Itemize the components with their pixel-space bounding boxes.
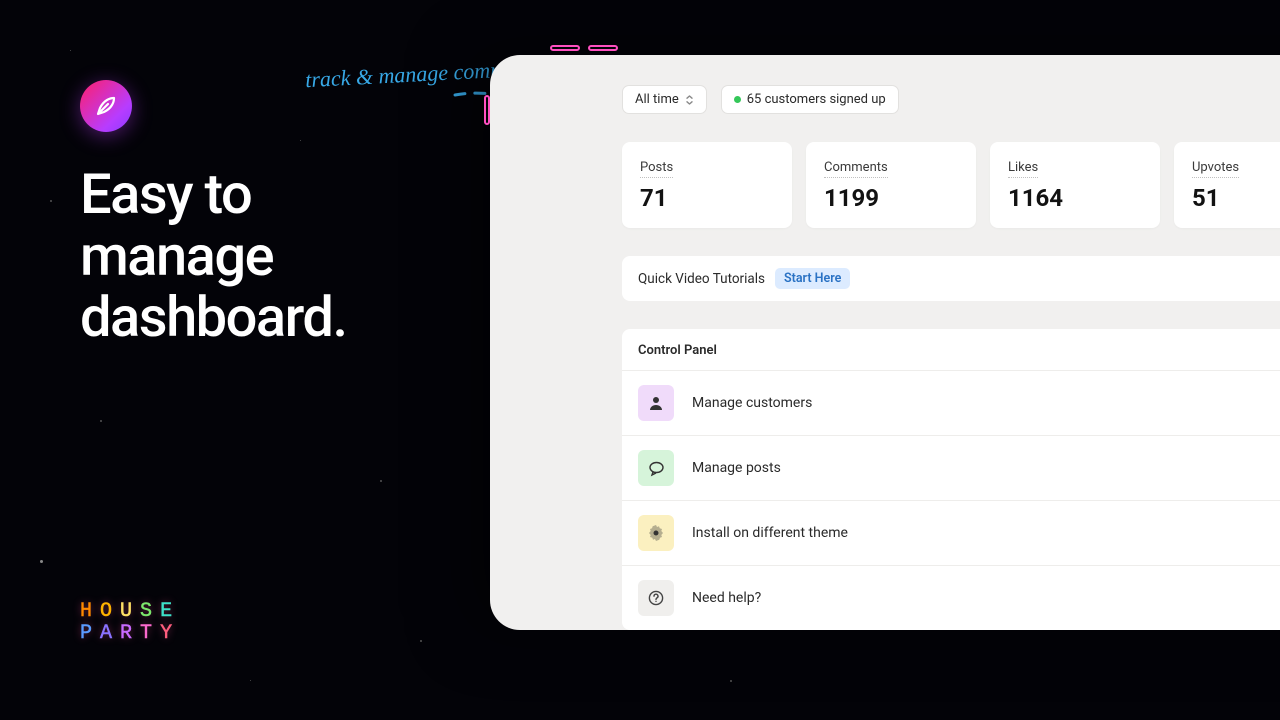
stat-value: 71: [640, 184, 774, 212]
control-row-manage-customers[interactable]: Manage customers: [622, 370, 1280, 435]
dashboard-panel: All time 65 customers signed up Posts 71…: [490, 55, 1280, 630]
stat-label: Upvotes: [1192, 160, 1239, 178]
stat-label: Likes: [1008, 160, 1038, 178]
control-row-label: Manage customers: [692, 395, 812, 411]
control-row-need-help[interactable]: Need help?: [622, 565, 1280, 630]
stat-card-posts[interactable]: Posts 71: [622, 142, 792, 228]
control-panel-title: Control Panel: [622, 329, 1280, 370]
control-row-install-theme[interactable]: Install on different theme: [622, 500, 1280, 565]
decoration-side-tab: [484, 95, 490, 125]
control-row-label: Install on different theme: [692, 525, 848, 541]
logo-badge: [80, 80, 132, 132]
user-icon: [638, 385, 674, 421]
time-filter-label: All time: [635, 92, 679, 107]
control-row-label: Need help?: [692, 590, 761, 606]
tutorials-bar[interactable]: Quick Video Tutorials Start Here: [622, 256, 1280, 301]
stat-value: 1164: [1008, 184, 1142, 212]
control-row-label: Manage posts: [692, 460, 781, 476]
question-icon: [638, 580, 674, 616]
stat-card-upvotes[interactable]: Upvotes 51: [1174, 142, 1280, 228]
feather-icon: [94, 94, 118, 118]
stat-label: Posts: [640, 160, 673, 178]
signup-status-pill: 65 customers signed up: [721, 85, 899, 114]
control-row-manage-posts[interactable]: Manage posts: [622, 435, 1280, 500]
status-dot-icon: [734, 96, 741, 103]
stat-value: 1199: [824, 184, 958, 212]
chevron-updown-icon: [685, 94, 694, 106]
control-panel: Control Panel Manage customers Manage po…: [622, 329, 1280, 630]
stats-row: Posts 71 Comments 1199 Likes 1164 Upvote…: [622, 142, 1280, 228]
decoration-top-tabs: [550, 45, 618, 51]
signup-status-text: 65 customers signed up: [747, 92, 886, 107]
time-filter-select[interactable]: All time: [622, 85, 707, 114]
stat-card-likes[interactable]: Likes 1164: [990, 142, 1160, 228]
start-here-badge[interactable]: Start Here: [775, 268, 850, 289]
stat-label: Comments: [824, 160, 888, 178]
houseparty-logo: HOUSE PARTY: [80, 601, 180, 645]
hero-title: Easy to manage dashboard.: [80, 164, 440, 349]
stat-card-comments[interactable]: Comments 1199: [806, 142, 976, 228]
tutorials-label: Quick Video Tutorials: [638, 271, 765, 287]
chat-icon: [638, 450, 674, 486]
gear-icon: [638, 515, 674, 551]
stat-value: 51: [1192, 184, 1276, 212]
